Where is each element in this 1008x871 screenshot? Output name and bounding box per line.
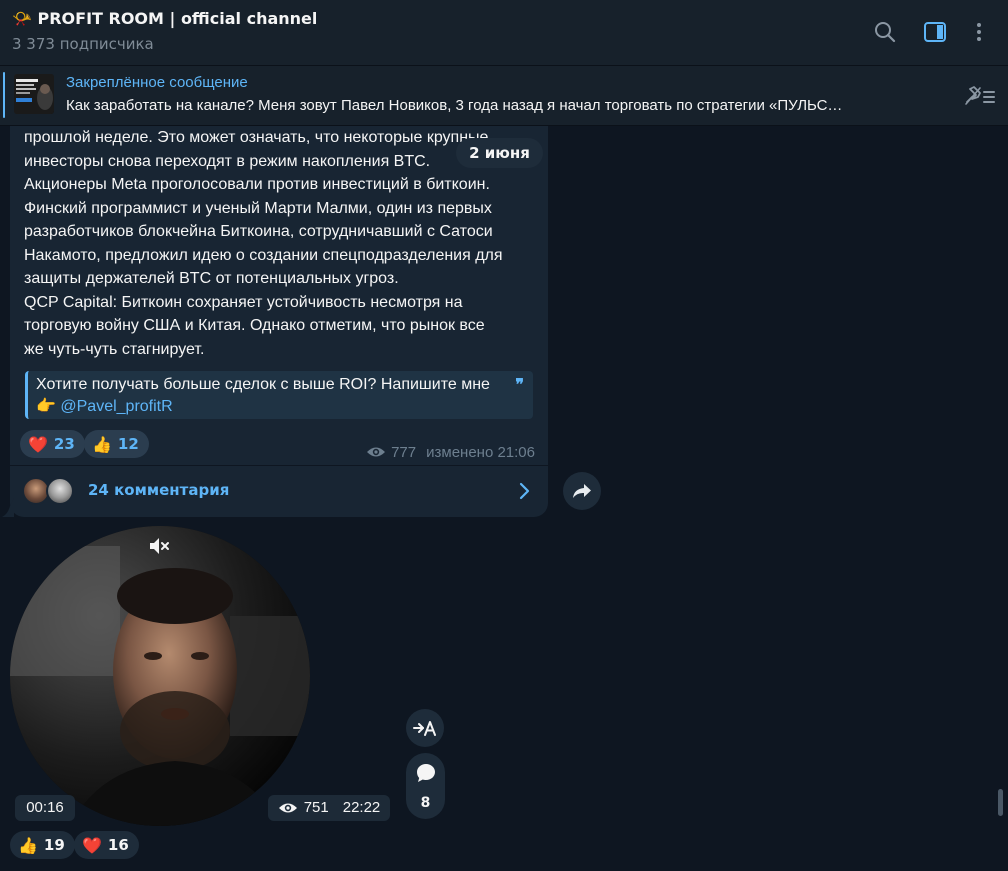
video-frame: [10, 526, 310, 826]
heart-emoji: ❤️: [82, 835, 102, 855]
post-line: разработчиков блокчейна Биткоина, сотруд…: [24, 223, 493, 240]
reaction-heart[interactable]: ❤️ 23: [20, 430, 85, 458]
reaction-count: 16: [107, 836, 129, 854]
comments-button[interactable]: 24 комментария: [10, 466, 548, 517]
pinned-indicator: [3, 72, 5, 118]
quote-block: Хотите получать больше сделок с выше ROI…: [25, 371, 533, 419]
search-icon[interactable]: [873, 20, 897, 44]
scrollbar-thumb[interactable]: [998, 789, 1003, 816]
video-view-count: 751: [303, 799, 329, 816]
pinned-preview: Как заработать на канале? Меня зовут Пав…: [66, 97, 843, 114]
heart-emoji: ❤️: [28, 434, 48, 454]
reaction-thumbs-up[interactable]: 👍 12: [84, 430, 149, 458]
scrollbar[interactable]: [996, 128, 1004, 871]
sidebar-panel-icon[interactable]: [923, 20, 947, 44]
date-separator: 2 июня: [456, 138, 543, 168]
pointing-finger-emoji: 👉: [36, 398, 56, 415]
post-line: Акционеры Meta проголосовали против инве…: [24, 176, 490, 193]
post-line: Финский программист и ученый Марти Малми…: [24, 199, 492, 217]
commenter-avatar: [46, 477, 74, 505]
pin-list-icon[interactable]: [962, 84, 996, 108]
share-button[interactable]: [563, 472, 601, 510]
mention-link[interactable]: @Pavel_profitR: [60, 398, 172, 415]
pinned-message-bar[interactable]: Закреплённое сообщение Как заработать на…: [0, 66, 1008, 126]
post-line: же чуть-чуть стагнирует.: [24, 340, 205, 358]
video-reaction-heart[interactable]: ❤️ 16: [74, 831, 139, 859]
chat-header: 📯 PROFIT ROOM | official channel 3 373 п…: [0, 0, 1008, 66]
reaction-count: 19: [43, 836, 65, 854]
thumbs-up-emoji: 👍: [92, 434, 112, 454]
comments-count: 24 комментария: [88, 481, 230, 499]
comment-bubble-icon: [417, 764, 435, 782]
video-message[interactable]: [10, 526, 310, 826]
share-icon: [573, 484, 591, 498]
post-line: QCP Capital: Биткоин сохраняет устойчиво…: [24, 293, 463, 311]
video-meta: 751 22:22: [268, 795, 390, 821]
reaction-count: 12: [117, 435, 139, 453]
video-duration: 00:16: [15, 795, 75, 821]
view-count: 777: [391, 443, 417, 461]
eye-icon: [278, 803, 297, 813]
video-time: 22:22: [342, 799, 381, 816]
translate-icon: [413, 721, 436, 736]
edited-time: изменено 21:06: [426, 443, 535, 461]
quote-mark-icon: ❞: [515, 377, 524, 394]
pinned-title: Закреплённое сообщение: [66, 74, 248, 91]
chevron-right-icon: [519, 482, 530, 500]
more-vertical-icon[interactable]: [967, 20, 991, 44]
channel-title[interactable]: 📯 PROFIT ROOM | official channel: [12, 9, 317, 28]
muted-speaker-icon[interactable]: [149, 536, 171, 556]
reaction-count: 23: [53, 435, 75, 453]
video-comments-button[interactable]: 8: [406, 753, 445, 819]
post-line: защиты держателей BTC от потенциальных у…: [24, 270, 399, 287]
post-line: торговую войну США и Китая. Однако отмет…: [24, 317, 485, 334]
video-comments-count: 8: [420, 795, 431, 811]
eye-icon: [367, 447, 386, 457]
video-reaction-thumbs-up[interactable]: 👍 19: [10, 831, 75, 859]
thumbs-up-emoji: 👍: [18, 835, 38, 855]
quote-text: Хотите получать больше сделок с выше ROI…: [36, 376, 490, 393]
subscriber-count: 3 373 подписчика: [12, 35, 154, 53]
post-line: Накамото, предложил идею о создании спец…: [24, 246, 503, 264]
translate-button[interactable]: [406, 709, 444, 747]
post-meta: 777 изменено 21:06: [350, 442, 535, 462]
pinned-thumbnail: [14, 74, 54, 114]
